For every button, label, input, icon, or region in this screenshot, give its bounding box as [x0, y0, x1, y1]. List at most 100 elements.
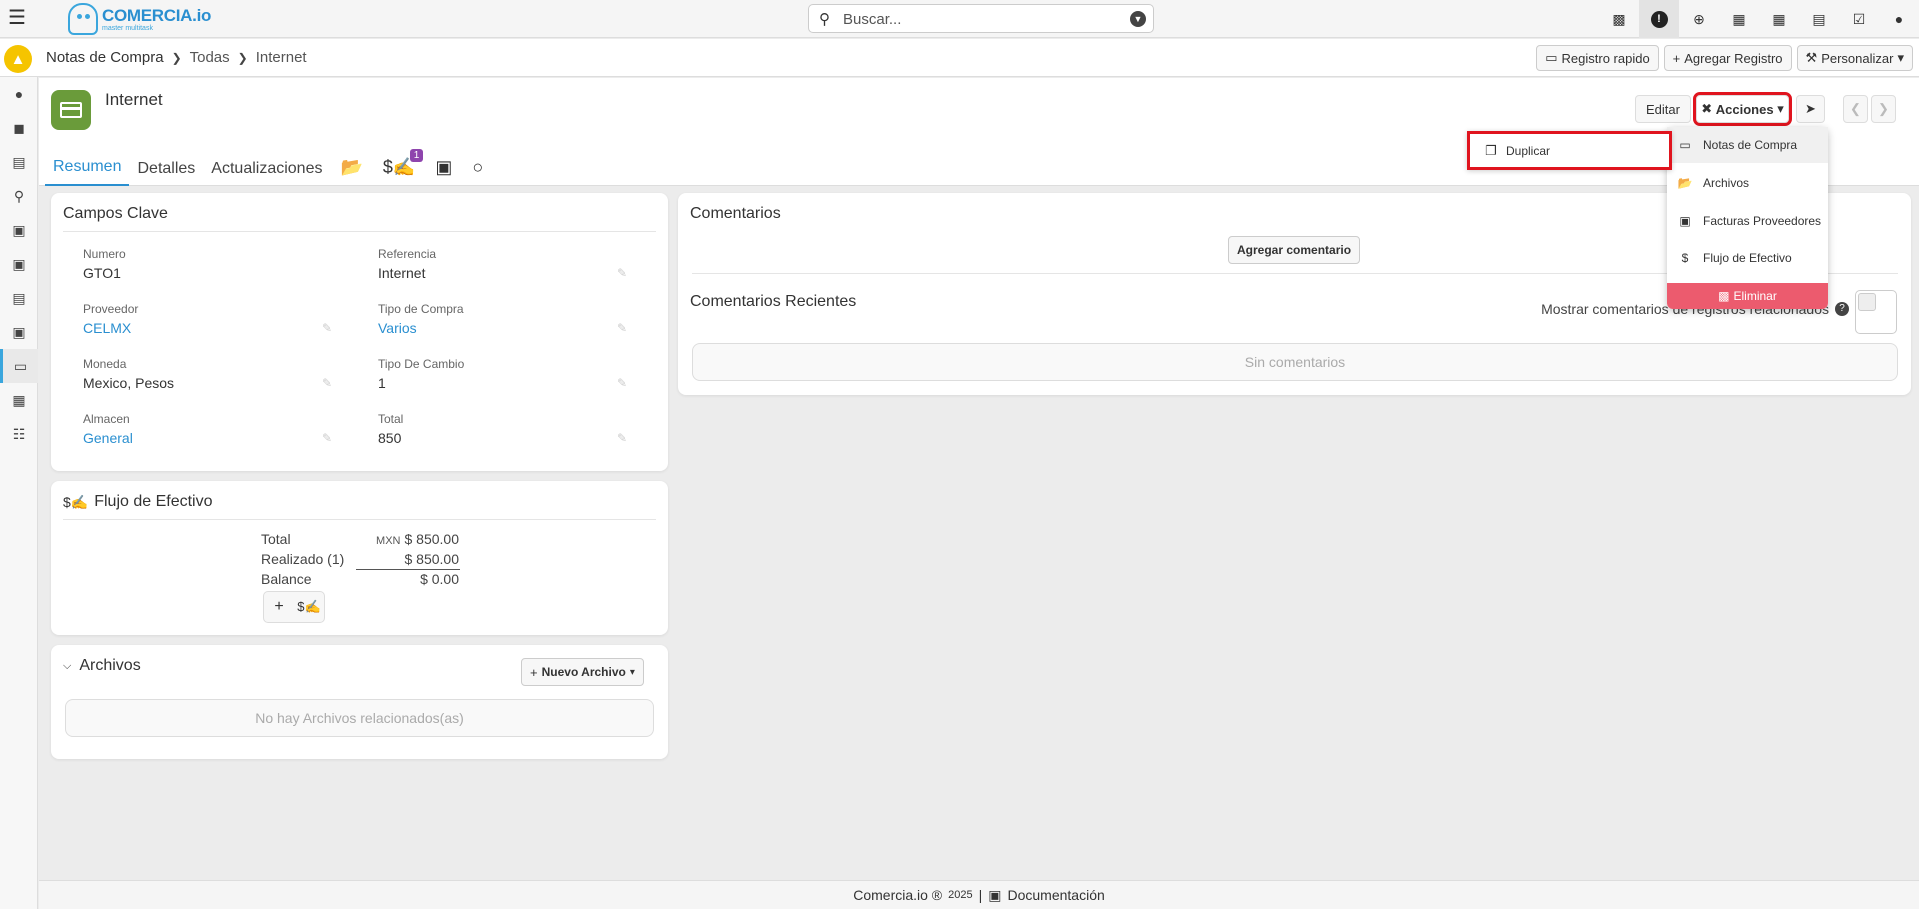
cashflow-card: $✍ Flujo de Efectivo Total MXN $ 850.00 R…	[51, 481, 668, 635]
cash-hand-icon: $	[1681, 251, 1689, 265]
pencil-icon[interactable]: ✎	[322, 376, 332, 390]
total-value: 850	[378, 430, 402, 446]
supplier-invoices-icon[interactable]: ▣	[0, 315, 38, 349]
caret-down-icon: ▾	[629, 666, 635, 678]
prev-record-icon[interactable]: ❮	[1843, 95, 1868, 123]
tools-icon: ✖	[1701, 101, 1713, 116]
field-label: Referencia	[378, 247, 437, 261]
search-input[interactable]	[843, 9, 1113, 29]
add-record-button[interactable]: + Agregar Registro	[1663, 45, 1792, 71]
search-docs-icon[interactable]: ⚲	[0, 179, 38, 213]
related-comments-toggle[interactable]	[1855, 290, 1897, 334]
delete-button[interactable]: ▩ Eliminar	[1667, 283, 1828, 309]
menu-item-archivos[interactable]: 📂 Archivos	[1667, 165, 1828, 201]
sitemap-icon[interactable]: ☷	[0, 417, 38, 451]
chevron-right-icon: ❯	[171, 50, 182, 65]
chart-icon[interactable]: ▤	[1799, 0, 1839, 38]
help-icon[interactable]: ?	[1835, 302, 1849, 316]
top-bar: ☰ COMERCIA.io master multitask ⚲ ▼ ▩ ! ⊕…	[0, 0, 1919, 38]
contacts-icon[interactable]: ●	[0, 77, 38, 111]
folder-open-icon[interactable]: 📂	[330, 157, 372, 186]
user-icon[interactable]: ●	[1879, 0, 1919, 38]
record-title: Internet	[105, 90, 163, 109]
quotes-icon[interactable]: ▤	[0, 145, 38, 179]
search-options-icon[interactable]: ▼	[1130, 11, 1146, 27]
cash-hand-icon[interactable]: $✍ 1	[373, 149, 425, 186]
tab-detalles[interactable]: Detalles	[129, 160, 203, 186]
breadcrumb-module[interactable]: Notas de Compra	[46, 49, 164, 66]
calendar-icon[interactable]: ▦	[1759, 0, 1799, 38]
menu-item-notas-de-compra[interactable]: ▭ Notas de Compra	[1667, 127, 1828, 163]
tipo-cambio-value: 1	[378, 375, 386, 391]
card-icon: ▭	[1679, 138, 1691, 152]
pencil-icon[interactable]: ✎	[322, 321, 332, 335]
purchase-note-icon	[51, 90, 91, 130]
cashflow-realized-amount: $ 850.00	[404, 551, 460, 567]
new-file-button[interactable]: + Nuevo Archivo ▾	[521, 658, 644, 686]
products-icon[interactable]: ◼	[0, 111, 38, 145]
proveedor-link[interactable]: CELMX	[83, 320, 131, 336]
wrench-icon: ⚒	[1805, 50, 1818, 65]
edit-button[interactable]: Editar	[1635, 95, 1691, 123]
comments-icon[interactable]: ○	[462, 157, 493, 186]
field-label: Tipo De Cambio	[378, 357, 465, 371]
search-icon: ⚲	[819, 11, 830, 28]
next-record-icon[interactable]: ❯	[1871, 95, 1896, 123]
footer-brand: Comercia.io ®	[853, 887, 943, 903]
add-payment-icon[interactable]: +	[264, 592, 294, 622]
book-icon: ▣	[988, 886, 1002, 903]
pencil-icon[interactable]: ✎	[617, 321, 627, 335]
octopus-logo-icon	[68, 3, 98, 35]
logo-name: COMERCIA.io	[102, 5, 212, 25]
add-circle-icon[interactable]: ⊕	[1679, 0, 1719, 38]
field-label: Tipo de Compra	[378, 302, 464, 316]
receipts-icon[interactable]: ▤	[0, 281, 38, 315]
pencil-icon[interactable]: ✎	[617, 431, 627, 445]
files-header[interactable]: ⌵ Archivos	[63, 657, 141, 675]
app-logo[interactable]: COMERCIA.io master multitask	[68, 2, 211, 36]
trash-icon: ▩	[1718, 289, 1730, 303]
orders-icon[interactable]: ▣	[0, 247, 38, 281]
files-title: Archivos	[79, 657, 141, 674]
actions-dropdown: ▭ Notas de Compra 📂 Archivos ▣ Facturas Pro…	[1667, 127, 1828, 309]
actions-button[interactable]: ✖ Acciones ▾	[1693, 92, 1792, 126]
customize-button[interactable]: ⚒ Personalizar ▾	[1796, 45, 1913, 71]
invoices-icon[interactable]: ▣	[0, 213, 38, 247]
tasks-icon[interactable]: ☑	[1839, 0, 1879, 38]
calendar-check-icon[interactable]: ▦	[1719, 0, 1759, 38]
plus-icon: +	[530, 664, 538, 680]
basket-icon[interactable]: ▲	[4, 45, 32, 73]
duplicate-menu-item[interactable]: ❐ Duplicar	[1467, 131, 1672, 170]
calculator-icon[interactable]: ▦	[0, 383, 38, 417]
menu-item-flujo-de-efectivo[interactable]: $ Flujo de Efectivo	[1667, 240, 1828, 276]
cashflow-title: Flujo de Efectivo	[94, 493, 213, 510]
cashflow-header: $✍ Flujo de Efectivo	[63, 493, 213, 511]
tab-resumen[interactable]: Resumen	[45, 158, 130, 186]
tipo-compra-link[interactable]: Varios	[378, 320, 417, 336]
pencil-icon[interactable]: ✎	[322, 431, 332, 445]
breadcrumb-view[interactable]: Todas	[190, 49, 230, 66]
tab-actualizaciones[interactable]: Actualizaciones	[203, 160, 330, 186]
quick-record-button[interactable]: ▭ Registro rapido	[1536, 45, 1659, 71]
purchase-notes-icon[interactable]: ▭	[0, 349, 38, 383]
chevron-down-icon[interactable]: ⌵	[63, 660, 71, 673]
menu-icon[interactable]: ☰	[8, 8, 28, 28]
share-icon[interactable]: ➤	[1796, 95, 1825, 123]
register-icon[interactable]: ▩	[1599, 0, 1639, 38]
almacen-link[interactable]: General	[83, 430, 133, 446]
caret-down-icon: ▾	[1897, 50, 1904, 65]
cash-hand-icon[interactable]: $✍	[294, 592, 324, 622]
add-comment-button[interactable]: Agregar comentario	[1228, 236, 1361, 264]
menu-item-facturas-proveedores[interactable]: ▣ Facturas Proveedores	[1667, 203, 1828, 239]
cashflow-count-badge: 1	[409, 149, 424, 162]
cashflow-total-amount: MXN $ 850.00	[376, 531, 459, 547]
documentation-link[interactable]: Documentación	[1007, 887, 1104, 903]
pencil-icon[interactable]: ✎	[617, 376, 627, 390]
pencil-icon[interactable]: ✎	[617, 266, 627, 280]
alerts-icon[interactable]: !	[1639, 0, 1679, 38]
files-card: ⌵ Archivos + Nuevo Archivo ▾ No hay Archiv…	[51, 645, 668, 759]
field-label: Proveedor	[83, 302, 139, 316]
key-fields-card: Campos Clave Numero GTO1 Referencia Inte…	[51, 193, 668, 471]
book-icon[interactable]: ▣	[425, 157, 462, 186]
chevron-right-icon: ❯	[237, 50, 248, 65]
